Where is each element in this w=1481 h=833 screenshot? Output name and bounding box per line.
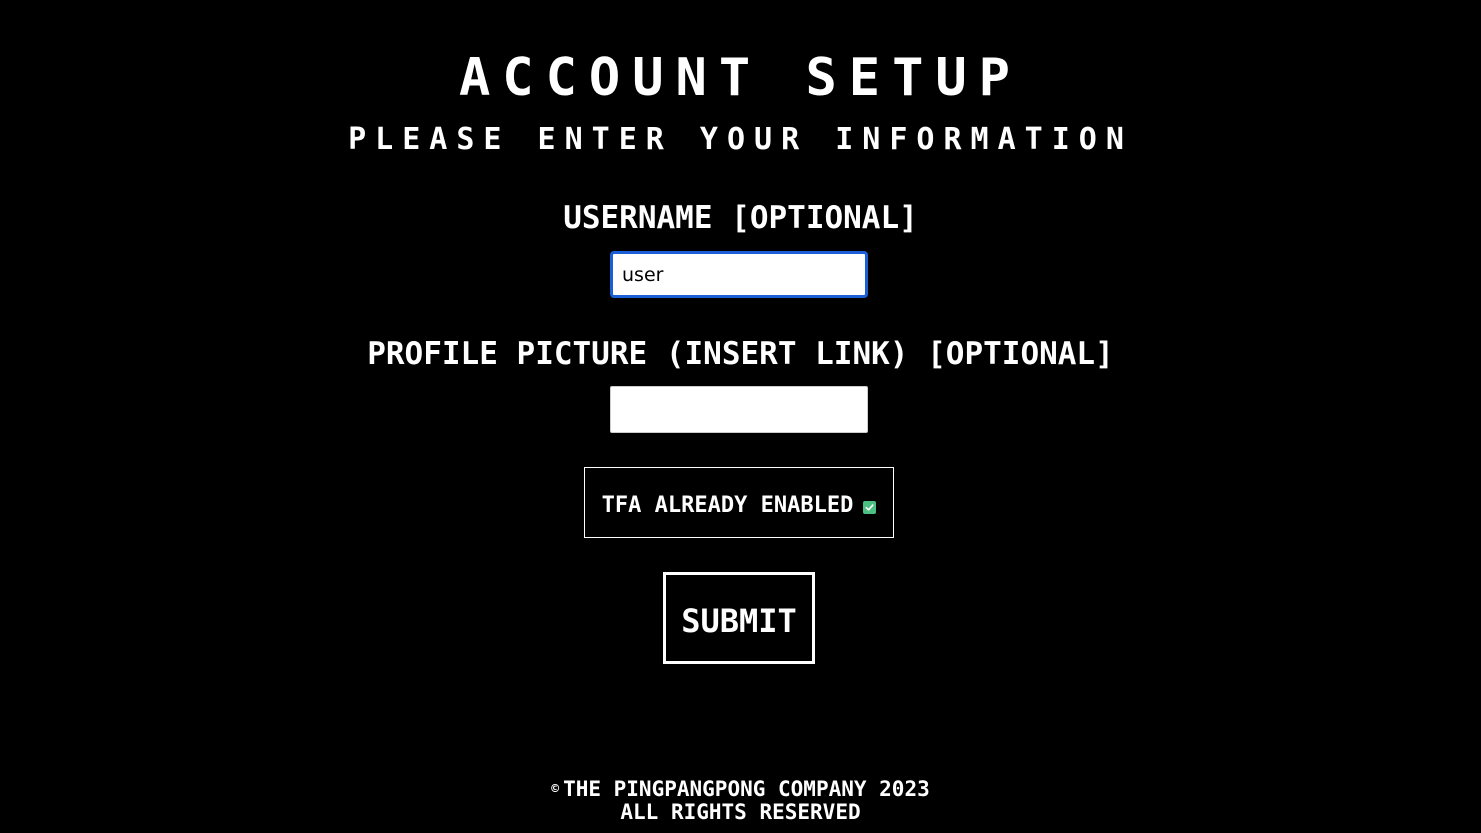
footer-rights: ALL RIGHTS RESERVED [620, 800, 861, 824]
username-label: USERNAME [OPTIONAL] [563, 200, 918, 236]
tfa-checkbox[interactable] [863, 501, 877, 514]
tfa-status-box: TFA ALREADY ENABLED [584, 467, 894, 538]
submit-button[interactable]: SUBMIT [663, 572, 815, 664]
copyright-symbol: © [551, 782, 560, 797]
account-setup-page: ACCOUNT SETUP PLEASE ENTER YOUR INFORMAT… [0, 0, 1481, 833]
username-input[interactable] [610, 251, 868, 298]
tfa-label: TFA ALREADY ENABLED [601, 493, 854, 518]
footer: © THE PINGPANGPONG COMPANY 2023 ALL RIGHT… [0, 778, 1481, 823]
footer-copyright-line: © THE PINGPANGPONG COMPANY 2023 [0, 778, 1481, 801]
footer-company: THE PINGPANGPONG COMPANY 2023 [563, 777, 930, 801]
page-subtitle: PLEASE ENTER YOUR INFORMATION [348, 122, 1133, 157]
profile-picture-label: PROFILE PICTURE (INSERT LINK) [OPTIONAL] [367, 336, 1114, 372]
profile-picture-input[interactable] [610, 386, 868, 433]
checkmark-icon [865, 504, 874, 511]
page-title: ACCOUNT SETUP [459, 48, 1022, 108]
